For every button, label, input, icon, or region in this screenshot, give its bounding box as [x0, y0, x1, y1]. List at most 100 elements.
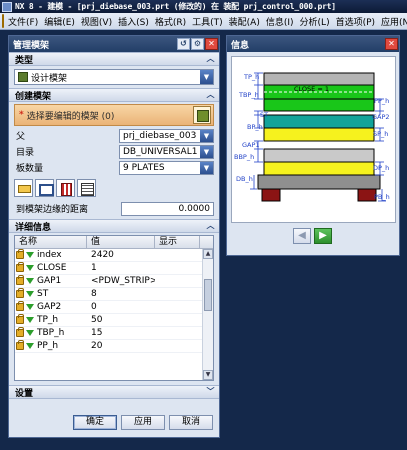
chevron-down-icon[interactable]: ▼: [200, 145, 213, 158]
menu-preferences[interactable]: 首选项(P): [333, 15, 378, 28]
edge-distance-label: 到模架边缘的距离: [16, 205, 89, 215]
details-section-header[interactable]: 详细信息 ︿: [9, 219, 219, 233]
arrow-left-icon[interactable]: ◀: [293, 228, 311, 244]
chevron-up-icon[interactable]: ︿: [206, 221, 215, 231]
menu-format[interactable]: 格式(R): [152, 15, 189, 28]
chevron-up-icon[interactable]: ︿: [206, 90, 215, 100]
type-dropdown[interactable]: 设计模架 ▼: [14, 69, 214, 85]
scroll-down-icon[interactable]: ▼: [203, 370, 213, 380]
info-nav: ◀ ▶: [293, 228, 332, 244]
param-value[interactable]: 50: [87, 315, 155, 325]
label-dp-h: DP_h: [373, 164, 389, 172]
apply-button[interactable]: 应用: [121, 415, 165, 430]
label-sp-h: SP_h: [373, 130, 388, 138]
plate-frame-icon[interactable]: [35, 179, 54, 197]
ok-button[interactable]: 确定: [73, 415, 117, 430]
param-name: PP_h: [37, 341, 59, 351]
chevron-down-icon[interactable]: ﹀: [206, 387, 215, 397]
type-section-header[interactable]: 类型 ︿: [9, 52, 219, 66]
menu-assembly[interactable]: 装配(A): [226, 15, 263, 28]
scroll-up-icon[interactable]: ▲: [203, 249, 213, 259]
chevron-down-icon[interactable]: ▼: [200, 70, 213, 84]
param-value[interactable]: <PDW_STRIP>:...: [87, 276, 155, 286]
select-diebase-row[interactable]: * 选择要编辑的模架 (0): [14, 104, 214, 126]
param-value[interactable]: 20: [87, 341, 155, 351]
table-row[interactable]: TBP_h 15: [15, 327, 213, 340]
diebase-type-icon: [18, 72, 28, 82]
lock-icon: [16, 288, 24, 298]
required-marker: *: [19, 110, 24, 120]
dp-plate: [263, 161, 375, 176]
column-header-name[interactable]: 名称: [15, 236, 87, 248]
pitch-icon[interactable]: [56, 179, 75, 197]
select-diebase-prompt: 选择要编辑的模架 (0): [26, 111, 115, 122]
table-row[interactable]: PP_h 20: [15, 340, 213, 353]
plate-add-icon[interactable]: [14, 179, 33, 197]
param-value[interactable]: 8: [87, 289, 155, 299]
lock-icon: [16, 314, 24, 324]
expression-icon: [26, 317, 34, 323]
table-row[interactable]: index 2420: [15, 249, 213, 262]
chevron-up-icon[interactable]: ︿: [206, 54, 215, 64]
create-section-header[interactable]: 创建模架 ︿: [9, 88, 219, 102]
edge-distance-input[interactable]: 0.0000: [121, 201, 214, 216]
select-object-icon[interactable]: [193, 106, 211, 124]
menu-edit[interactable]: 编辑(E): [41, 15, 78, 28]
dialog-title: 管理模架: [13, 40, 50, 51]
column-header-display[interactable]: 显示: [155, 236, 200, 248]
table-row[interactable]: CLOSE 1: [15, 262, 213, 275]
die-base: [257, 174, 381, 190]
param-name: CLOSE: [37, 263, 67, 273]
chevron-down-icon[interactable]: ▼: [200, 161, 213, 174]
reset-icon[interactable]: ↺: [177, 38, 190, 50]
label-close: CLOSE = 1: [294, 85, 329, 93]
settings-icon[interactable]: ⚙: [191, 38, 204, 50]
table-scrollbar[interactable]: ▲ ▼: [202, 249, 213, 380]
param-name: ST: [37, 289, 49, 299]
edge-distance-row: 到模架边缘的距离 0.0000: [14, 201, 214, 216]
plates-dropdown[interactable]: 9 PLATES ▼: [119, 160, 214, 175]
table-row[interactable]: GAP1 <PDW_STRIP>:...: [15, 275, 213, 288]
menu-insert[interactable]: 插入(S): [115, 15, 152, 28]
menu-view[interactable]: 视图(V): [78, 15, 115, 28]
column-header-value[interactable]: 值: [87, 236, 155, 248]
parent-dropdown[interactable]: prj_diebase_003 ▼: [119, 128, 214, 143]
menu-file[interactable]: 文件(F): [5, 15, 41, 28]
scroll-thumb[interactable]: [204, 279, 212, 311]
chevron-down-icon[interactable]: ▼: [200, 129, 213, 142]
close-icon[interactable]: ✕: [205, 38, 218, 50]
close-icon[interactable]: ✕: [385, 38, 398, 50]
param-value[interactable]: 2420: [87, 250, 155, 260]
type-section-label: 类型: [15, 55, 34, 66]
parent-label: 父: [16, 132, 26, 142]
param-name: TBP_h: [37, 328, 65, 338]
info-window: 信息 ✕ TP_h CLOSE = 1 TBP_h PP_h ST GAP2 B…: [226, 35, 400, 256]
cancel-button[interactable]: 取消: [169, 415, 213, 430]
lock-icon: [16, 327, 24, 337]
label-bbp-h: BBP_h: [234, 153, 254, 161]
param-name: GAP1: [37, 276, 62, 286]
menu-application[interactable]: 应用(N): [378, 15, 407, 28]
settings-section-header[interactable]: 设置 ﹀: [9, 385, 219, 399]
menu-analysis[interactable]: 分析(L): [297, 15, 333, 28]
details-table: 名称 值 显示 index 2420 CLOSE 1 GAP1 <PDW_STR…: [14, 235, 214, 381]
dialog-header: 管理模架 ↺ ⚙ ✕: [9, 36, 219, 52]
table-row[interactable]: GAP2 0: [15, 301, 213, 314]
plates-value: 9 PLATES: [123, 162, 165, 173]
label-pp-h: PP_h: [374, 97, 389, 105]
top-plate: [263, 72, 375, 86]
menu-information[interactable]: 信息(I): [263, 15, 297, 28]
pp-plate: [263, 98, 375, 112]
param-value[interactable]: 15: [87, 328, 155, 338]
create-section-label: 创建模架: [15, 91, 52, 102]
param-value[interactable]: 1: [87, 263, 155, 273]
spreadsheet-icon[interactable]: [77, 179, 96, 197]
menu-tools[interactable]: 工具(T): [189, 15, 226, 28]
table-row[interactable]: ST 8: [15, 288, 213, 301]
param-value[interactable]: 0: [87, 302, 155, 312]
table-row[interactable]: TP_h 50: [15, 314, 213, 327]
arrow-right-icon[interactable]: ▶: [314, 228, 332, 244]
directory-dropdown[interactable]: DB_UNIVERSAL1 ▼: [119, 144, 214, 159]
start-menu-icon[interactable]: [2, 14, 4, 28]
label-tp-h: TP_h: [243, 73, 259, 81]
